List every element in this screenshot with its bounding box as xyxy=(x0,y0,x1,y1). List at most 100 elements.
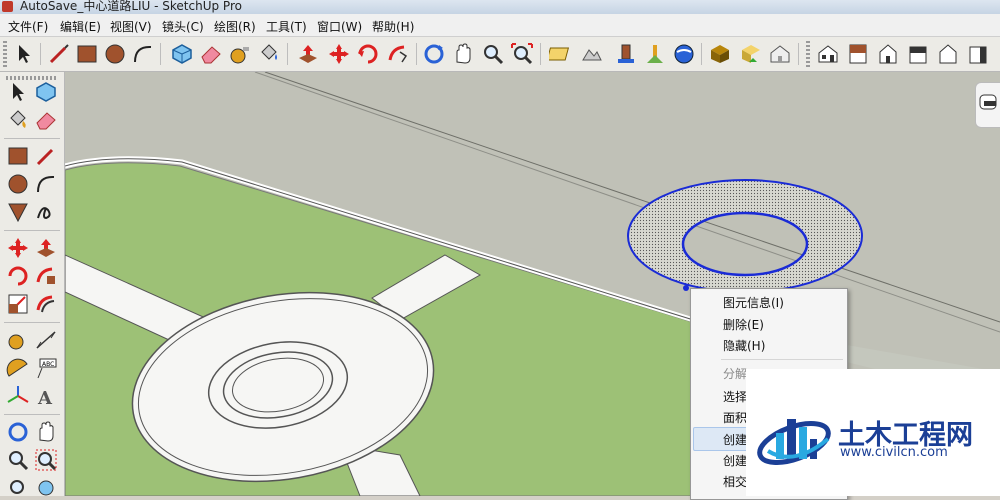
push-pull-icon[interactable] xyxy=(34,236,58,260)
menu-camera[interactable]: 镜头(C) xyxy=(162,18,204,35)
eraser-icon[interactable] xyxy=(34,108,58,132)
toolbar-separator xyxy=(160,43,161,65)
watermark-url: www.civilcn.com xyxy=(840,445,948,460)
share-component-icon[interactable] xyxy=(739,42,763,66)
civilcn-logo-icon xyxy=(757,419,831,465)
preview-google-earth-icon[interactable] xyxy=(643,42,667,66)
toolbar-separator xyxy=(4,138,60,139)
toolbar-grip[interactable] xyxy=(3,41,7,67)
context-delete[interactable]: 删除(E) xyxy=(723,316,764,333)
sketchup-app-icon xyxy=(2,1,13,12)
context-entity-info[interactable]: 图元信息(I) xyxy=(723,294,784,311)
previous-view-icon[interactable] xyxy=(34,476,58,500)
svg-text:A: A xyxy=(37,388,53,408)
toolbar-separator xyxy=(287,43,288,65)
main-toolbar xyxy=(0,37,1000,72)
pencil-line-icon[interactable] xyxy=(47,42,71,66)
front-view-icon[interactable] xyxy=(876,42,900,66)
rotate-icon[interactable] xyxy=(356,42,380,66)
add-location-icon[interactable] xyxy=(549,42,573,66)
arc-icon[interactable] xyxy=(131,42,155,66)
back-view-icon[interactable] xyxy=(936,42,960,66)
menu-view[interactable]: 视图(V) xyxy=(110,18,152,35)
dimension-icon[interactable] xyxy=(34,328,58,352)
3d-text-icon[interactable]: A xyxy=(34,384,58,408)
select-icon[interactable] xyxy=(12,42,36,66)
warehouse-icon[interactable] xyxy=(768,42,792,66)
rectangle-icon[interactable] xyxy=(75,42,99,66)
share-model-icon[interactable] xyxy=(708,42,732,66)
make-component-icon[interactable] xyxy=(170,42,194,66)
scale-icon[interactable] xyxy=(6,292,30,316)
tape-measure-icon[interactable] xyxy=(6,328,30,352)
context-intersect[interactable]: 相交 xyxy=(723,473,747,490)
zoom-icon[interactable] xyxy=(481,42,505,66)
menu-window[interactable]: 窗口(W) xyxy=(317,18,362,35)
context-select[interactable]: 选择 xyxy=(723,388,747,405)
svg-text:ABC: ABC xyxy=(42,361,54,368)
pan-icon[interactable] xyxy=(451,42,475,66)
toolbar-grip[interactable] xyxy=(806,41,810,67)
scene-nav-tab[interactable] xyxy=(975,82,1000,128)
line-icon[interactable] xyxy=(34,144,58,168)
circle-icon[interactable] xyxy=(6,172,30,196)
rotate-icon[interactable] xyxy=(6,264,30,288)
toolbar-separator xyxy=(540,43,541,65)
context-create-component[interactable]: 创建 xyxy=(723,452,747,469)
move-icon[interactable] xyxy=(327,42,351,66)
context-hide[interactable]: 隐藏(H) xyxy=(723,337,765,354)
toolbar-separator xyxy=(4,414,60,415)
paint-bucket-icon[interactable] xyxy=(6,108,30,132)
context-explode: 分解 xyxy=(723,367,748,381)
push-pull-icon[interactable] xyxy=(296,42,320,66)
zoom-extents-icon[interactable] xyxy=(510,42,534,66)
freehand-icon[interactable] xyxy=(34,200,58,224)
top-view-icon[interactable] xyxy=(846,42,870,66)
photo-textures-icon[interactable] xyxy=(614,42,638,66)
toolbar-separator xyxy=(4,230,60,231)
context-create-group[interactable]: 创建 xyxy=(723,431,747,448)
nav-cube-icon xyxy=(979,94,997,110)
menu-draw[interactable]: 绘图(R) xyxy=(214,18,256,35)
right-view-icon[interactable] xyxy=(906,42,930,66)
orbit-icon[interactable] xyxy=(6,420,30,444)
toggle-terrain-icon[interactable] xyxy=(580,42,604,66)
iso-view-icon[interactable] xyxy=(816,42,840,66)
toolbar-separator xyxy=(798,43,799,65)
window-title: AutoSave_中心道路LIU - SketchUp Pro xyxy=(20,0,242,13)
make-component-icon[interactable] xyxy=(34,80,58,104)
get-models-icon[interactable] xyxy=(672,42,696,66)
follow-me-icon[interactable] xyxy=(386,42,410,66)
context-area[interactable]: 面积 xyxy=(723,409,747,426)
pan-icon[interactable] xyxy=(34,420,58,444)
orbit-icon[interactable] xyxy=(422,42,446,66)
move-icon[interactable] xyxy=(6,236,30,260)
watermark-overlay: 土木工程网 www.civilcn.com xyxy=(746,369,1000,496)
menu-file[interactable]: 文件(F) xyxy=(8,18,48,35)
arc-icon[interactable] xyxy=(34,172,58,196)
side-toolbar: ABC A xyxy=(0,72,65,496)
paint-bucket-icon[interactable] xyxy=(257,42,281,66)
offset-icon[interactable] xyxy=(34,292,58,316)
menu-tools[interactable]: 工具(T) xyxy=(266,18,307,35)
rectangle-icon[interactable] xyxy=(6,144,30,168)
toolbar-separator xyxy=(416,43,417,65)
eraser-icon[interactable] xyxy=(199,42,223,66)
zoom-extents-icon[interactable] xyxy=(6,476,30,500)
select-icon[interactable] xyxy=(6,80,30,104)
cursor-point xyxy=(683,285,689,291)
axes-icon[interactable] xyxy=(6,384,30,408)
zoom-window-icon[interactable] xyxy=(34,448,58,472)
title-bar: AutoSave_中心道路LIU - SketchUp Pro xyxy=(0,0,1000,14)
text-icon[interactable]: ABC xyxy=(34,356,58,380)
left-view-icon[interactable] xyxy=(966,42,990,66)
polygon-icon[interactable] xyxy=(6,200,30,224)
selected-ring-face[interactable] xyxy=(620,175,870,300)
protractor-icon[interactable] xyxy=(6,356,30,380)
follow-me-icon[interactable] xyxy=(34,264,58,288)
tape-measure-icon[interactable] xyxy=(228,42,252,66)
circle-icon[interactable] xyxy=(103,42,127,66)
menu-help[interactable]: 帮助(H) xyxy=(372,18,414,35)
zoom-icon[interactable] xyxy=(6,448,30,472)
menu-edit[interactable]: 编辑(E) xyxy=(60,18,101,35)
